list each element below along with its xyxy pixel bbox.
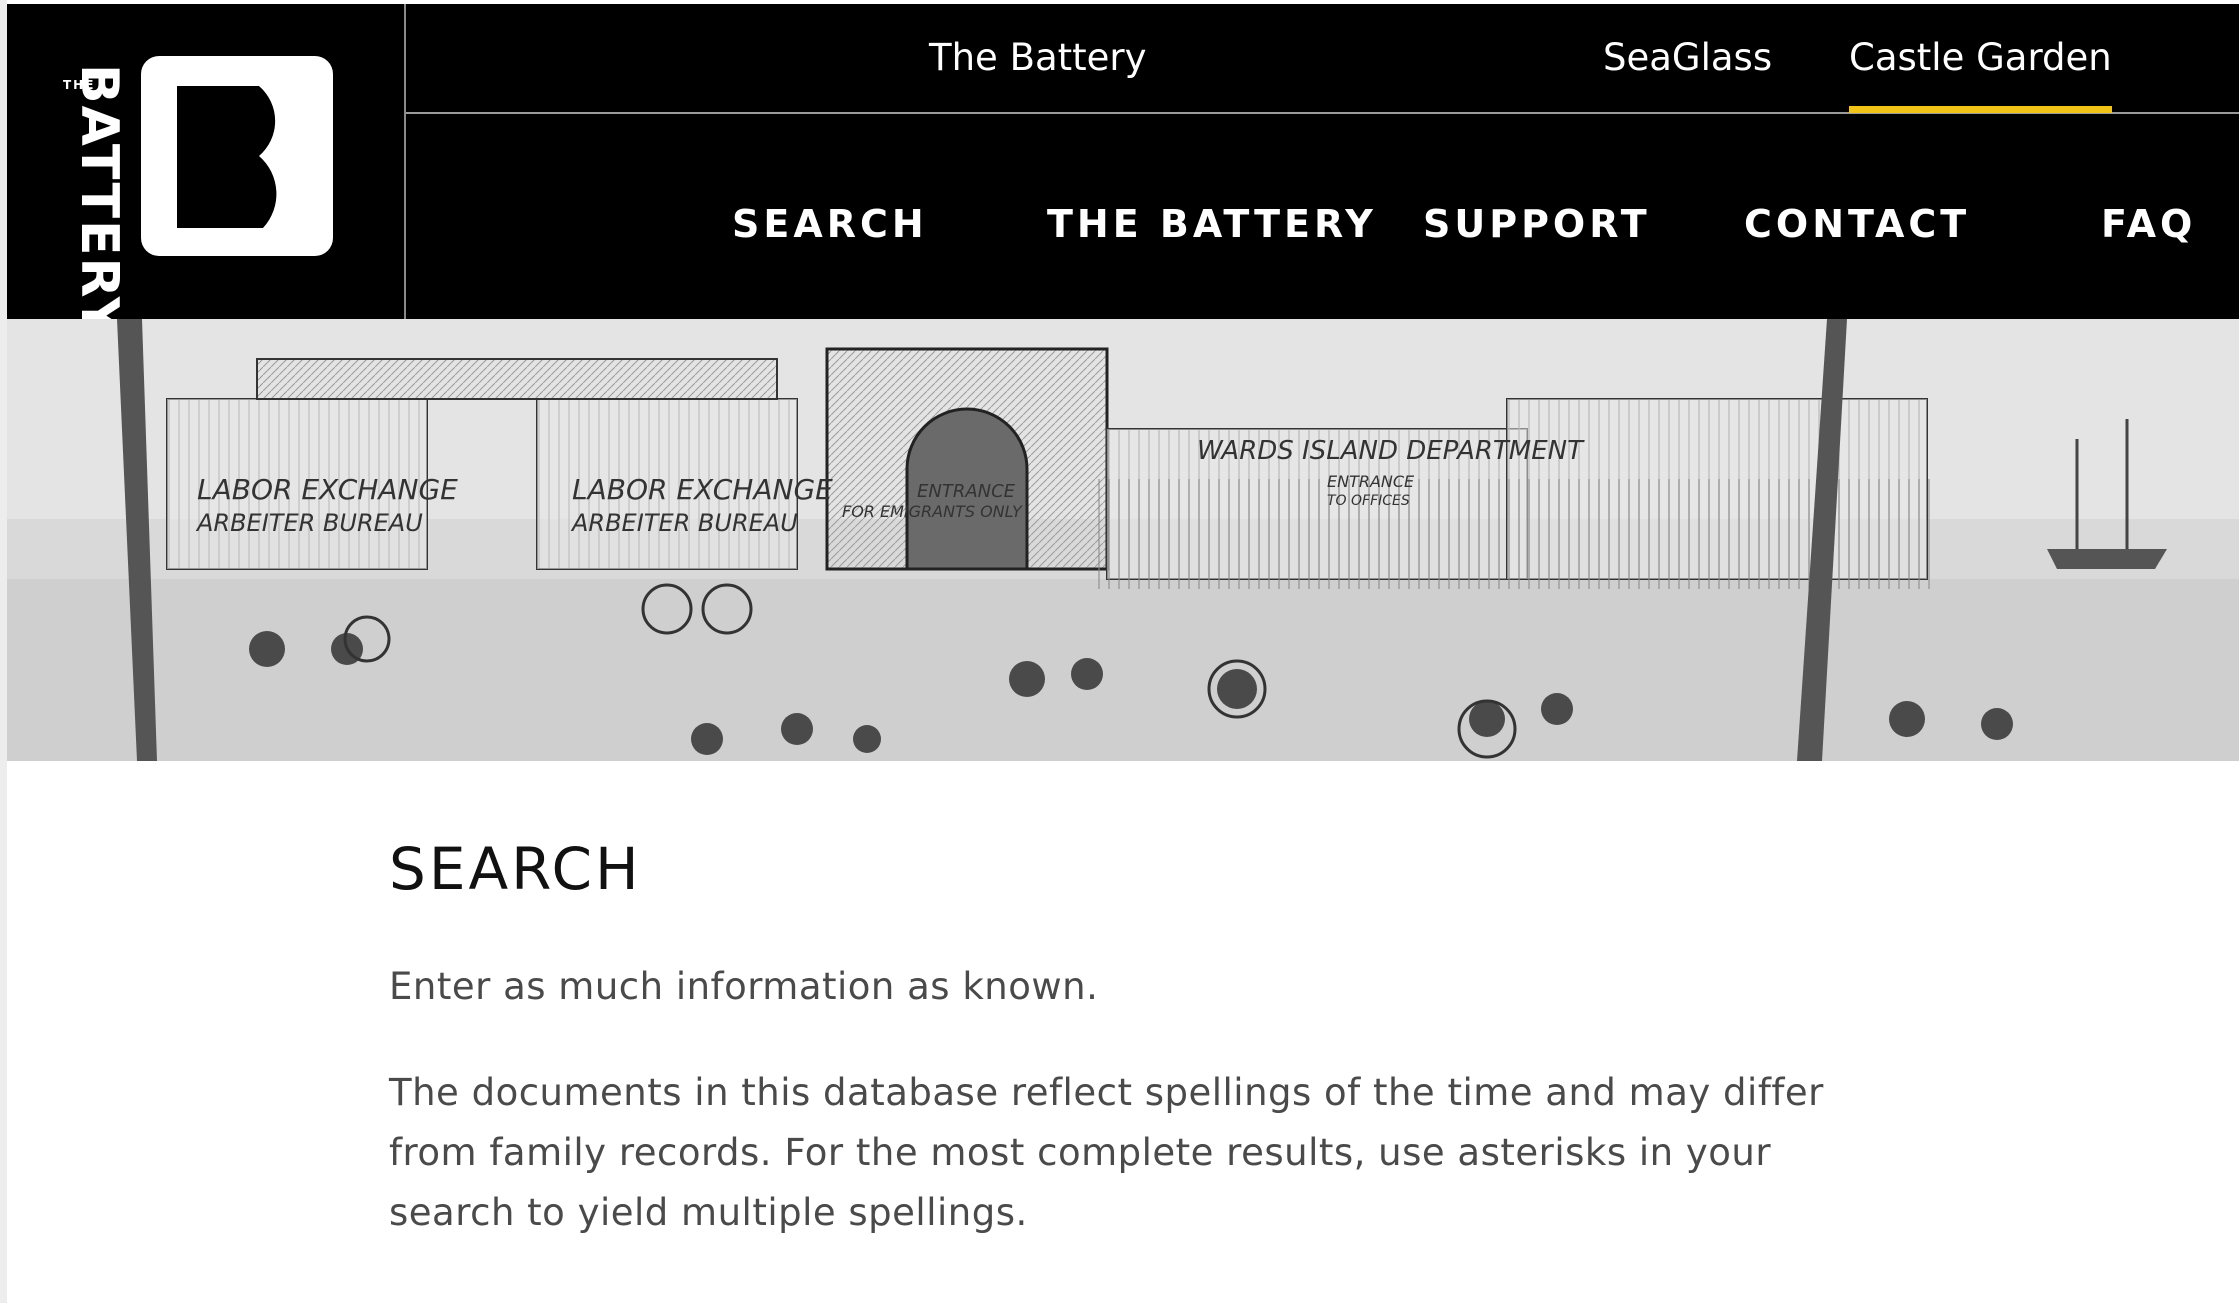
nav-support[interactable]: SUPPORT	[1423, 202, 1651, 246]
main-content: SEARCH Enter as much information as know…	[389, 835, 1909, 1243]
sign-entrance-offices: ENTRANCE	[1327, 472, 1415, 491]
top-nav-castle-garden[interactable]: Castle Garden	[1849, 36, 2112, 113]
top-nav-seaglass[interactable]: SeaGlass	[1603, 36, 1772, 79]
sign-labor-exchange-right: LABOR EXCHANGE	[572, 473, 833, 506]
page-title: SEARCH	[389, 835, 642, 903]
sign-labor-exchange-left: LABOR EXCHANGE	[197, 473, 458, 506]
nav-the-battery[interactable]: THE BATTERY	[1047, 202, 1377, 246]
sign-to-offices: TO OFFICES	[1327, 493, 1410, 509]
hero-image: LABOR EXCHANGE ARBEITER BUREAU LABOR EXC…	[7, 319, 2239, 761]
logo-wordmark: BATTERY	[69, 64, 129, 337]
sign-wards-island-department: WARDS ISLAND DEPARTMENT	[1197, 436, 1585, 466]
site-logo[interactable]: THE BATTERY	[7, 4, 406, 336]
sign-arbeiter-bureau-right: ARBEITER BUREAU	[570, 509, 798, 537]
search-description-text: The documents in this database reflect s…	[389, 1071, 1824, 1234]
nav-contact[interactable]: CONTACT	[1744, 202, 1970, 246]
top-nav-the-battery[interactable]: The Battery	[929, 36, 1147, 79]
sign-arbeiter-bureau-left: ARBEITER BUREAU	[195, 509, 423, 537]
sign-entrance: ENTRANCE	[917, 481, 1016, 502]
castle-garden-illustration: LABOR EXCHANGE ARBEITER BUREAU LABOR EXC…	[7, 319, 2239, 761]
main-nav: SEARCH THE BATTERY SUPPORT CONTACT FAQ	[406, 114, 2239, 319]
logo-b-icon	[141, 56, 333, 256]
search-intro-text: Enter as much information as known.	[389, 965, 1099, 1008]
nav-search[interactable]: SEARCH	[732, 202, 928, 246]
nav-faq[interactable]: FAQ	[2101, 202, 2196, 246]
top-nav: The Battery SeaGlass Castle Garden	[406, 4, 2239, 114]
sign-for-emigrants-only: FOR EMIGRANTS ONLY	[842, 502, 1023, 521]
site-header: THE BATTERY The Battery SeaGlass Castle …	[7, 4, 2239, 336]
